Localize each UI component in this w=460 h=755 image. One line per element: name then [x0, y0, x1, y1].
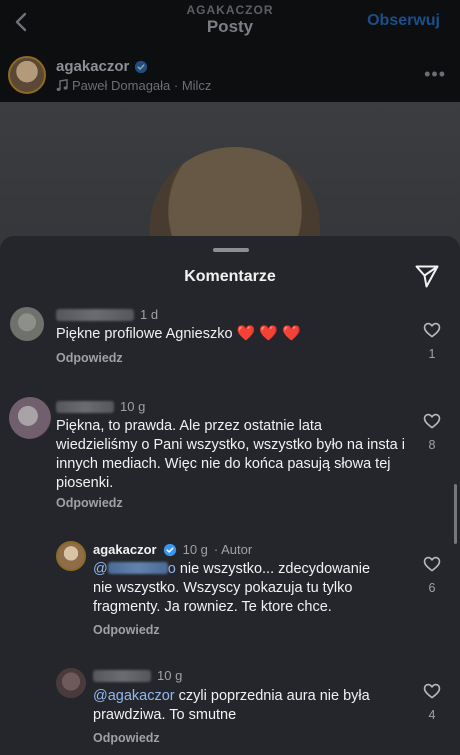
reply-button[interactable]: Odpowiedz — [56, 496, 123, 510]
avatar[interactable] — [56, 541, 86, 571]
like-count: 8 — [428, 438, 436, 452]
avatar[interactable] — [10, 307, 44, 341]
more-dots-icon[interactable]: ••• — [424, 64, 446, 85]
commenter-name[interactable]: agakaczor — [93, 542, 157, 557]
post-photo[interactable] — [0, 102, 460, 252]
avatar[interactable] — [56, 668, 86, 698]
heart-outline-icon — [423, 683, 441, 699]
post-avatar[interactable] — [8, 56, 46, 94]
comment-text: @ o nie wszystko... zdecydowanie nie wszy… — [93, 561, 371, 615]
verified-badge-icon — [135, 60, 148, 73]
comment-time: 10 g — [157, 668, 183, 683]
top-bar: AGAKACZOR Posty Obserwuj — [0, 0, 460, 48]
commenter-name-blurred[interactable] — [56, 308, 134, 321]
music-label: Paweł Domagała · Milcz — [72, 78, 212, 93]
verified-badge-icon — [163, 543, 176, 556]
mention-blurred — [107, 562, 168, 574]
reply-button[interactable]: Odpowiedz — [56, 351, 123, 365]
music-note-icon — [56, 79, 68, 91]
comment-time: 10 g — [120, 399, 146, 414]
like-button[interactable]: 8 — [423, 413, 441, 452]
like-count: 6 — [428, 581, 436, 595]
like-button[interactable]: 1 — [423, 322, 441, 361]
commenter-name-blurred[interactable] — [56, 400, 114, 413]
scrollbar[interactable] — [454, 484, 457, 544]
post-header: agakaczor Paweł Domagała · Milcz ••• — [0, 48, 460, 102]
post-username[interactable]: agakaczor — [56, 58, 129, 75]
follow-button[interactable]: Obserwuj — [367, 12, 440, 30]
heart-outline-icon — [423, 322, 441, 338]
avatar[interactable] — [9, 397, 51, 439]
comment-text: Piękna, to prawda. Ale przez ostatnie la… — [56, 418, 405, 491]
sheet-grabber[interactable] — [213, 248, 249, 252]
heart-outline-icon — [423, 556, 441, 572]
comment-time: 1 d — [140, 307, 159, 322]
like-button[interactable]: 4 — [423, 683, 441, 722]
author-badge: · Autor — [213, 542, 253, 557]
mention-link[interactable]: @agakaczor — [93, 688, 175, 704]
commenter-name-blurred[interactable] — [93, 669, 151, 682]
send-icon[interactable] — [414, 263, 440, 289]
sheet-title: Komentarze — [184, 268, 276, 285]
post-music[interactable]: Paweł Domagała · Milcz — [56, 78, 211, 93]
comment-text: Piękne profilowe Agnieszko ❤️ ❤️ ❤️ — [56, 325, 301, 342]
mention-link[interactable]: @ o — [93, 561, 176, 577]
like-count: 4 — [428, 708, 436, 722]
reply-button[interactable]: Odpowiedz — [93, 623, 160, 637]
comment-time: 10 g — [182, 542, 208, 557]
like-count: 1 — [428, 347, 436, 361]
like-button[interactable]: 6 — [423, 556, 441, 595]
comment-text: @agakaczor czyli poprzednia aura nie był… — [93, 688, 370, 723]
reply-button[interactable]: Odpowiedz — [93, 731, 160, 745]
heart-emojis: ❤️ ❤️ ❤️ — [236, 325, 301, 342]
heart-outline-icon — [423, 413, 441, 429]
